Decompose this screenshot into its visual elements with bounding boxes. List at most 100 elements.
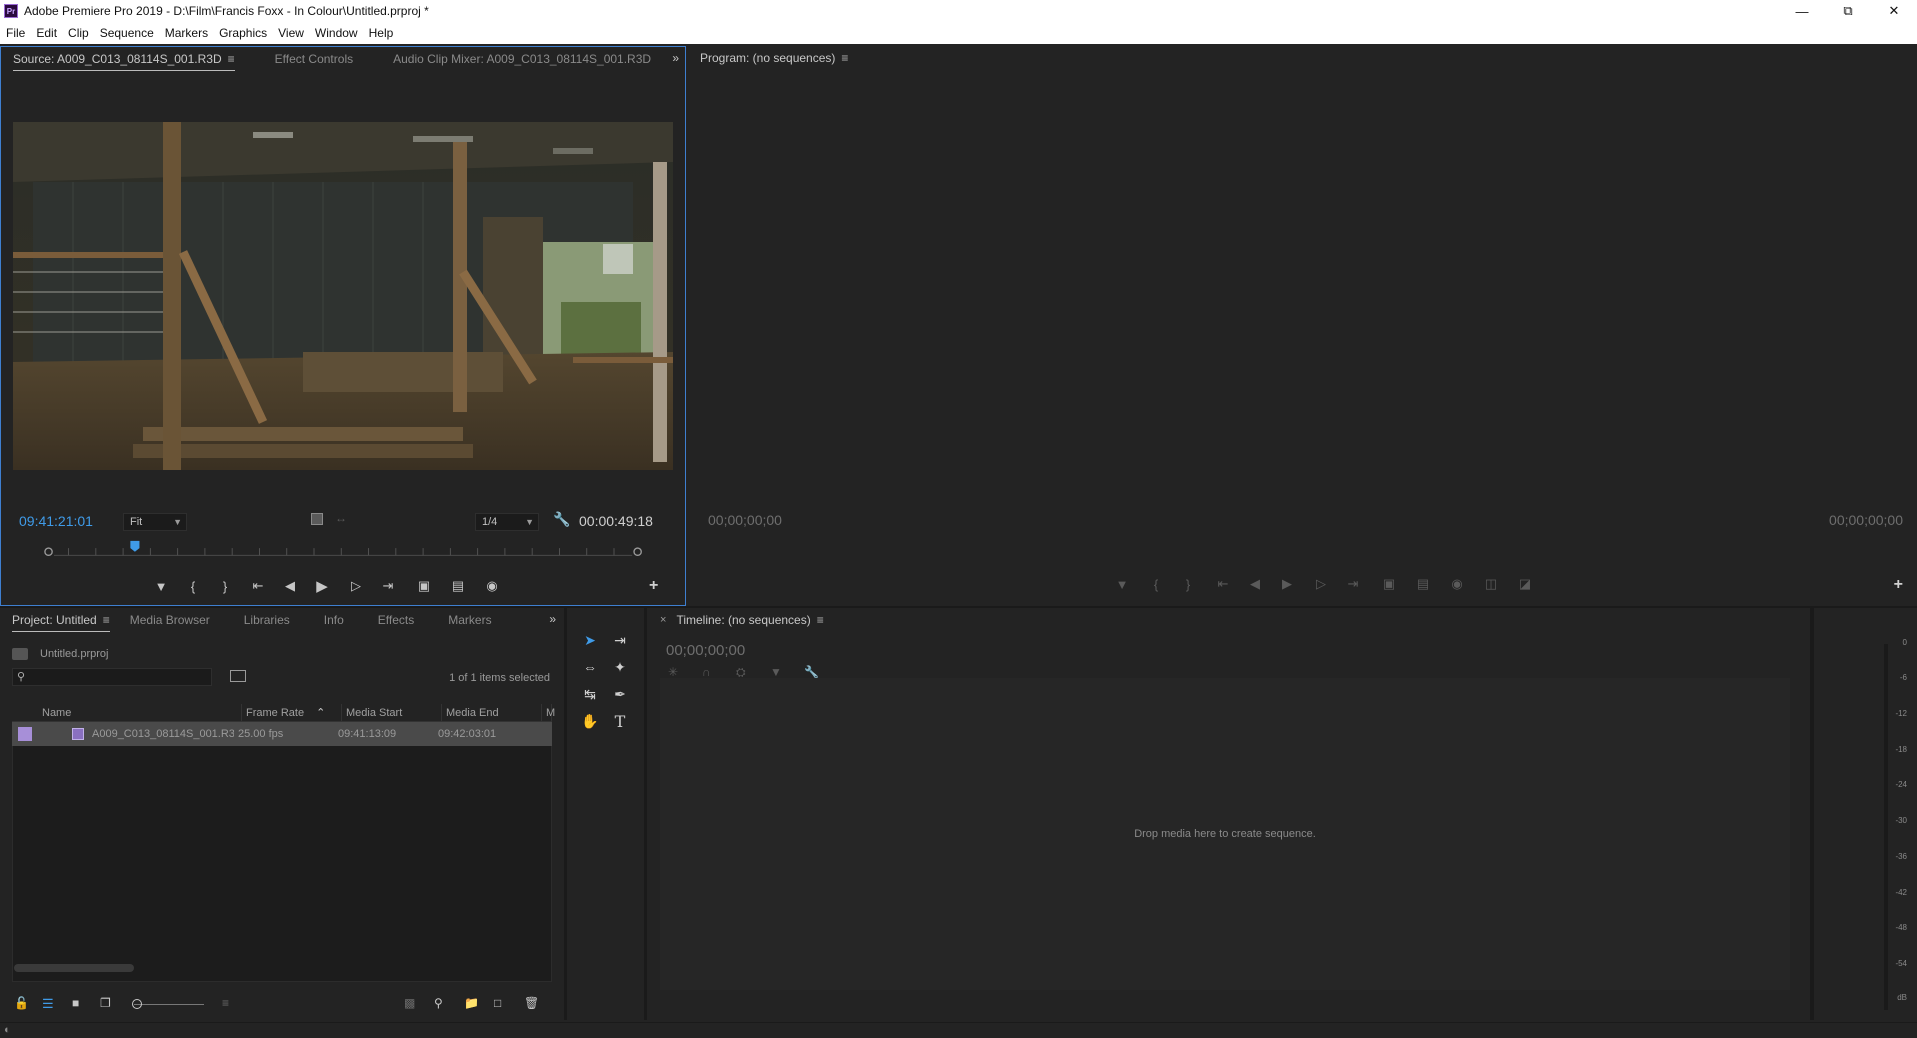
tab-source[interactable]: Source: A009_C013_08114S_001.R3D ≡ xyxy=(13,52,235,71)
toggle-proxy-icon[interactable]: ◪ xyxy=(1514,576,1536,592)
tab-effects[interactable]: Effects xyxy=(378,613,414,627)
panel-menu-icon[interactable]: ≡ xyxy=(228,52,235,66)
settings-wrench-icon[interactable]: 🔧 xyxy=(553,511,570,528)
menu-markers[interactable]: Markers xyxy=(165,26,208,40)
button-editor-plus-icon[interactable]: + xyxy=(1894,576,1903,594)
step-forward-icon[interactable]: ▷ xyxy=(1310,576,1332,592)
track-select-tool-icon[interactable]: ⇥ xyxy=(608,628,632,652)
sort-icons-icon[interactable]: ≡ xyxy=(222,996,229,1010)
zoom-dropdown[interactable]: Fit ▼ xyxy=(123,513,187,531)
pen-tool-icon[interactable]: ✒ xyxy=(608,682,632,706)
play-icon[interactable]: ▶ xyxy=(311,577,333,595)
add-marker-icon[interactable]: ▼ xyxy=(1112,577,1132,592)
zoom-slider-handle[interactable] xyxy=(132,999,142,1009)
menu-sequence[interactable]: Sequence xyxy=(100,26,154,40)
drag-video-icon[interactable]: ↔ xyxy=(335,511,347,525)
step-back-icon[interactable]: ◀ xyxy=(279,578,301,594)
program-timecode-left[interactable]: 00;00;00;00 xyxy=(708,512,782,528)
source-current-timecode[interactable]: 09:41:21:01 xyxy=(19,513,93,529)
panel-menu-icon[interactable]: ≡ xyxy=(817,613,824,627)
snap-icon[interactable]: ∩ xyxy=(702,665,722,679)
project-items-list[interactable] xyxy=(12,722,552,982)
label-color-swatch[interactable] xyxy=(18,727,32,741)
step-back-icon[interactable]: ◀ xyxy=(1244,576,1266,592)
razor-tool-icon[interactable]: ✦ xyxy=(608,655,632,679)
tab-markers[interactable]: Markers xyxy=(448,613,491,627)
find-icon[interactable]: ⚲ xyxy=(434,996,443,1010)
status-indicator-icon[interactable]: ◐ xyxy=(4,1024,11,1036)
automate-to-sequence-icon[interactable]: ▩ xyxy=(404,996,415,1010)
new-bin-icon[interactable]: 📁 xyxy=(464,996,479,1010)
timeline-timecode[interactable]: 00;00;00;00 xyxy=(666,642,745,659)
column-media-start[interactable]: Media Start xyxy=(342,704,442,721)
lock-icon[interactable]: 🔓 xyxy=(14,996,29,1010)
panel-divider-vertical[interactable] xyxy=(644,608,647,1020)
go-to-in-icon[interactable]: ⇤ xyxy=(1212,576,1234,592)
step-forward-icon[interactable]: ▷ xyxy=(345,578,367,594)
mark-out-icon[interactable]: } xyxy=(1178,577,1198,592)
add-marker-icon[interactable]: ▼ xyxy=(770,665,790,679)
safe-margins-icon[interactable] xyxy=(311,513,323,525)
export-frame-icon[interactable]: ◉ xyxy=(481,578,503,594)
selection-tool-icon[interactable]: ➤ xyxy=(578,628,602,652)
timeline-drop-area[interactable]: Drop media here to create sequence. xyxy=(660,678,1790,990)
export-frame-icon[interactable]: ◉ xyxy=(1446,576,1468,592)
menu-file[interactable]: File xyxy=(6,26,25,40)
tab-effect-controls[interactable]: Effect Controls xyxy=(275,52,353,66)
mark-in-icon[interactable]: { xyxy=(183,579,203,594)
mark-out-icon[interactable]: } xyxy=(215,579,235,594)
freeform-view-icon[interactable]: ❐ xyxy=(100,996,111,1010)
restore-icon[interactable]: ⧉ xyxy=(1825,0,1871,22)
lift-icon[interactable]: ▣ xyxy=(1378,576,1400,592)
close-tab-icon[interactable]: × xyxy=(660,614,666,626)
project-search-input[interactable]: ⚲ xyxy=(12,668,212,686)
mark-in-icon[interactable]: { xyxy=(1146,577,1166,592)
column-media-end[interactable]: Media End xyxy=(442,704,542,721)
go-to-out-icon[interactable]: ⇥ xyxy=(1342,576,1364,592)
column-more[interactable]: M xyxy=(542,704,555,721)
panel-divider-vertical[interactable] xyxy=(564,608,567,1020)
slip-tool-icon[interactable]: ↹ xyxy=(578,682,602,706)
overwrite-icon[interactable]: ▤ xyxy=(447,578,469,594)
tab-libraries[interactable]: Libraries xyxy=(244,613,290,627)
column-frame-rate[interactable]: Frame Rate ⌃ xyxy=(242,704,342,721)
table-row[interactable]: A009_C013_08114S_001.R3 25.00 fps 09:41:… xyxy=(12,722,552,746)
icon-view-icon[interactable]: ■ xyxy=(72,996,79,1010)
comparison-view-icon[interactable]: ◫ xyxy=(1480,576,1502,592)
tab-program[interactable]: Program: (no sequences) ≡ xyxy=(700,51,848,65)
go-to-out-icon[interactable]: ⇥ xyxy=(377,578,399,594)
add-marker-icon[interactable]: ▼ xyxy=(151,579,171,594)
timeline-settings-icon[interactable]: 🔧 xyxy=(804,665,824,679)
tab-audio-clip-mixer[interactable]: Audio Clip Mixer: A009_C013_08114S_001.R… xyxy=(393,52,651,66)
resolution-dropdown[interactable]: 1/4 ▼ xyxy=(475,513,539,531)
go-to-in-icon[interactable]: ⇤ xyxy=(247,578,269,594)
panel-menu-icon[interactable]: ≡ xyxy=(841,51,848,65)
zoom-slider[interactable] xyxy=(134,1004,204,1005)
close-icon[interactable]: ✕ xyxy=(1871,0,1917,22)
play-icon[interactable]: ▶ xyxy=(1276,576,1298,592)
column-name[interactable]: Name xyxy=(12,704,242,721)
list-view-icon[interactable]: ☰ xyxy=(42,996,54,1012)
tab-info[interactable]: Info xyxy=(324,613,344,627)
hand-tool-icon[interactable]: ✋ xyxy=(578,709,602,733)
minimize-icon[interactable]: — xyxy=(1779,0,1825,22)
menu-window[interactable]: Window xyxy=(315,26,358,40)
menu-clip[interactable]: Clip xyxy=(68,26,89,40)
menu-edit[interactable]: Edit xyxy=(36,26,57,40)
type-tool-icon[interactable]: T xyxy=(608,709,632,733)
new-search-bin-icon[interactable] xyxy=(230,670,246,682)
more-tabs-icon[interactable]: » xyxy=(672,51,679,65)
menu-view[interactable]: View xyxy=(278,26,304,40)
tab-media-browser[interactable]: Media Browser xyxy=(130,613,210,627)
extract-icon[interactable]: ▤ xyxy=(1412,576,1434,592)
menu-help[interactable]: Help xyxy=(369,26,394,40)
trash-icon[interactable]: 🗑 xyxy=(524,996,539,1010)
insert-icon[interactable]: ▣ xyxy=(413,578,435,594)
new-item-icon[interactable]: □ xyxy=(494,996,501,1010)
horizontal-scrollbar[interactable] xyxy=(14,964,134,972)
source-time-ruler[interactable] xyxy=(11,539,677,559)
tab-project[interactable]: Project: Untitled ≡ xyxy=(12,613,110,632)
more-tabs-icon[interactable]: » xyxy=(549,612,556,626)
menu-graphics[interactable]: Graphics xyxy=(219,26,267,40)
tab-timeline[interactable]: Timeline: (no sequences) ≡ xyxy=(676,613,823,627)
